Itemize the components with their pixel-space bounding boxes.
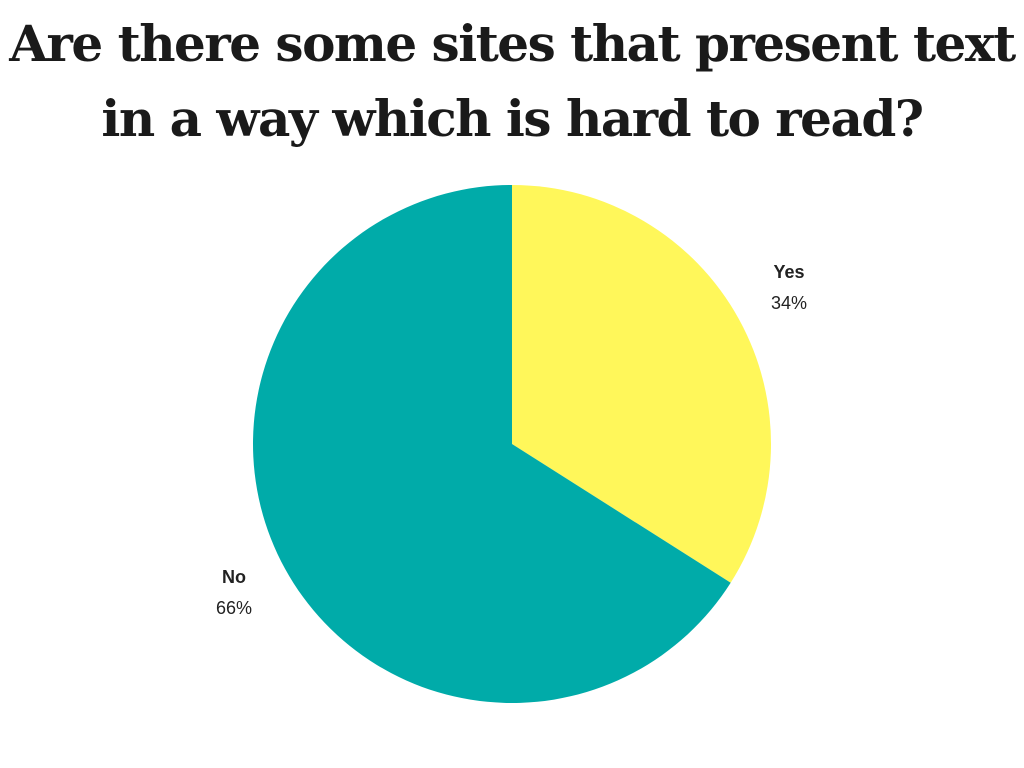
slice-value-yes: 34%: [771, 293, 807, 313]
slice-label-no: No: [222, 567, 246, 587]
slice-label-yes: Yes: [773, 262, 804, 282]
pie-chart: Yes 34% No 66%: [216, 184, 807, 703]
slice-value-no: 66%: [216, 598, 252, 618]
